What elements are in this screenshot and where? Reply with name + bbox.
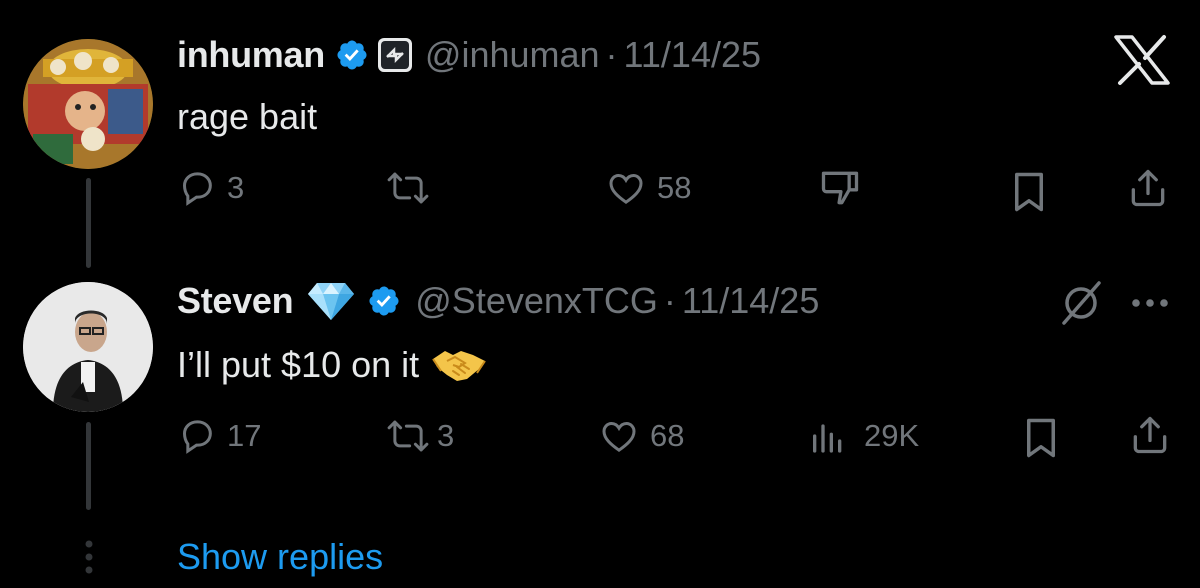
verified-badge-icon <box>335 38 369 72</box>
like-button[interactable]: 58 <box>605 166 691 210</box>
share-icon <box>1126 165 1170 211</box>
bookmark-button[interactable] <box>1010 170 1048 214</box>
grok-icon[interactable] <box>1056 279 1106 332</box>
avatar[interactable] <box>23 39 153 169</box>
thread-line <box>86 178 91 268</box>
tweet-text-content: I’ll put $10 on it <box>177 344 420 385</box>
diamond-emoji-icon <box>307 281 355 321</box>
handshake-emoji-icon <box>431 345 487 385</box>
retweet-button[interactable]: 3 <box>385 414 454 458</box>
bookmark-button[interactable] <box>1022 416 1060 460</box>
handle[interactable]: @inhuman <box>425 34 600 76</box>
display-name[interactable]: inhuman <box>177 34 325 76</box>
reply-count: 3 <box>227 170 245 205</box>
tweet-text: rage bait <box>177 96 318 137</box>
timestamp[interactable]: 11/14/25 <box>624 34 761 76</box>
views-button[interactable]: 29K <box>808 414 919 458</box>
retweet-count: 3 <box>437 418 455 453</box>
tweet-text: I’ll put $10 on it <box>177 340 487 390</box>
retweet-icon <box>385 168 431 208</box>
like-icon <box>605 168 647 208</box>
view-count: 29K <box>864 418 920 453</box>
views-icon <box>808 416 848 456</box>
thread-line <box>86 422 91 510</box>
handle[interactable]: @StevenxTCG <box>415 280 658 322</box>
separator: · <box>605 34 618 75</box>
share-button[interactable] <box>1128 413 1172 457</box>
verified-badge-icon <box>367 284 401 318</box>
share-button[interactable] <box>1126 166 1170 210</box>
separator: · <box>663 280 676 321</box>
like-icon <box>598 416 640 456</box>
avatar[interactable] <box>23 282 153 412</box>
display-name[interactable]: Steven <box>177 280 294 322</box>
reply-icon <box>177 416 217 456</box>
dislike-button[interactable] <box>818 166 862 210</box>
like-count: 68 <box>650 418 685 453</box>
like-button[interactable]: 68 <box>598 414 684 458</box>
tweet-header: Steven @StevenxTCG · 11/14/25 <box>177 276 819 326</box>
retweet-button[interactable] <box>385 166 431 210</box>
like-count: 58 <box>657 170 692 205</box>
reply-button[interactable]: 3 <box>177 166 244 210</box>
bookmark-icon <box>1010 171 1048 213</box>
bookmark-icon <box>1022 417 1060 459</box>
share-icon <box>1128 412 1172 458</box>
more-replies-dots-icon <box>84 539 94 580</box>
reply-button[interactable]: 17 <box>177 414 261 458</box>
x-logo-icon <box>1112 34 1172 91</box>
retweet-icon <box>385 416 431 456</box>
affiliate-badge-icon <box>377 37 413 73</box>
tweet-header: inhuman @inhuman · 11/14/25 <box>177 30 761 80</box>
timestamp[interactable]: 11/14/25 <box>682 280 819 322</box>
reply-count: 17 <box>227 418 262 453</box>
more-icon[interactable] <box>1130 296 1170 314</box>
reply-icon <box>177 168 217 208</box>
show-replies-link[interactable]: Show replies <box>177 536 383 578</box>
dislike-icon <box>818 166 862 210</box>
